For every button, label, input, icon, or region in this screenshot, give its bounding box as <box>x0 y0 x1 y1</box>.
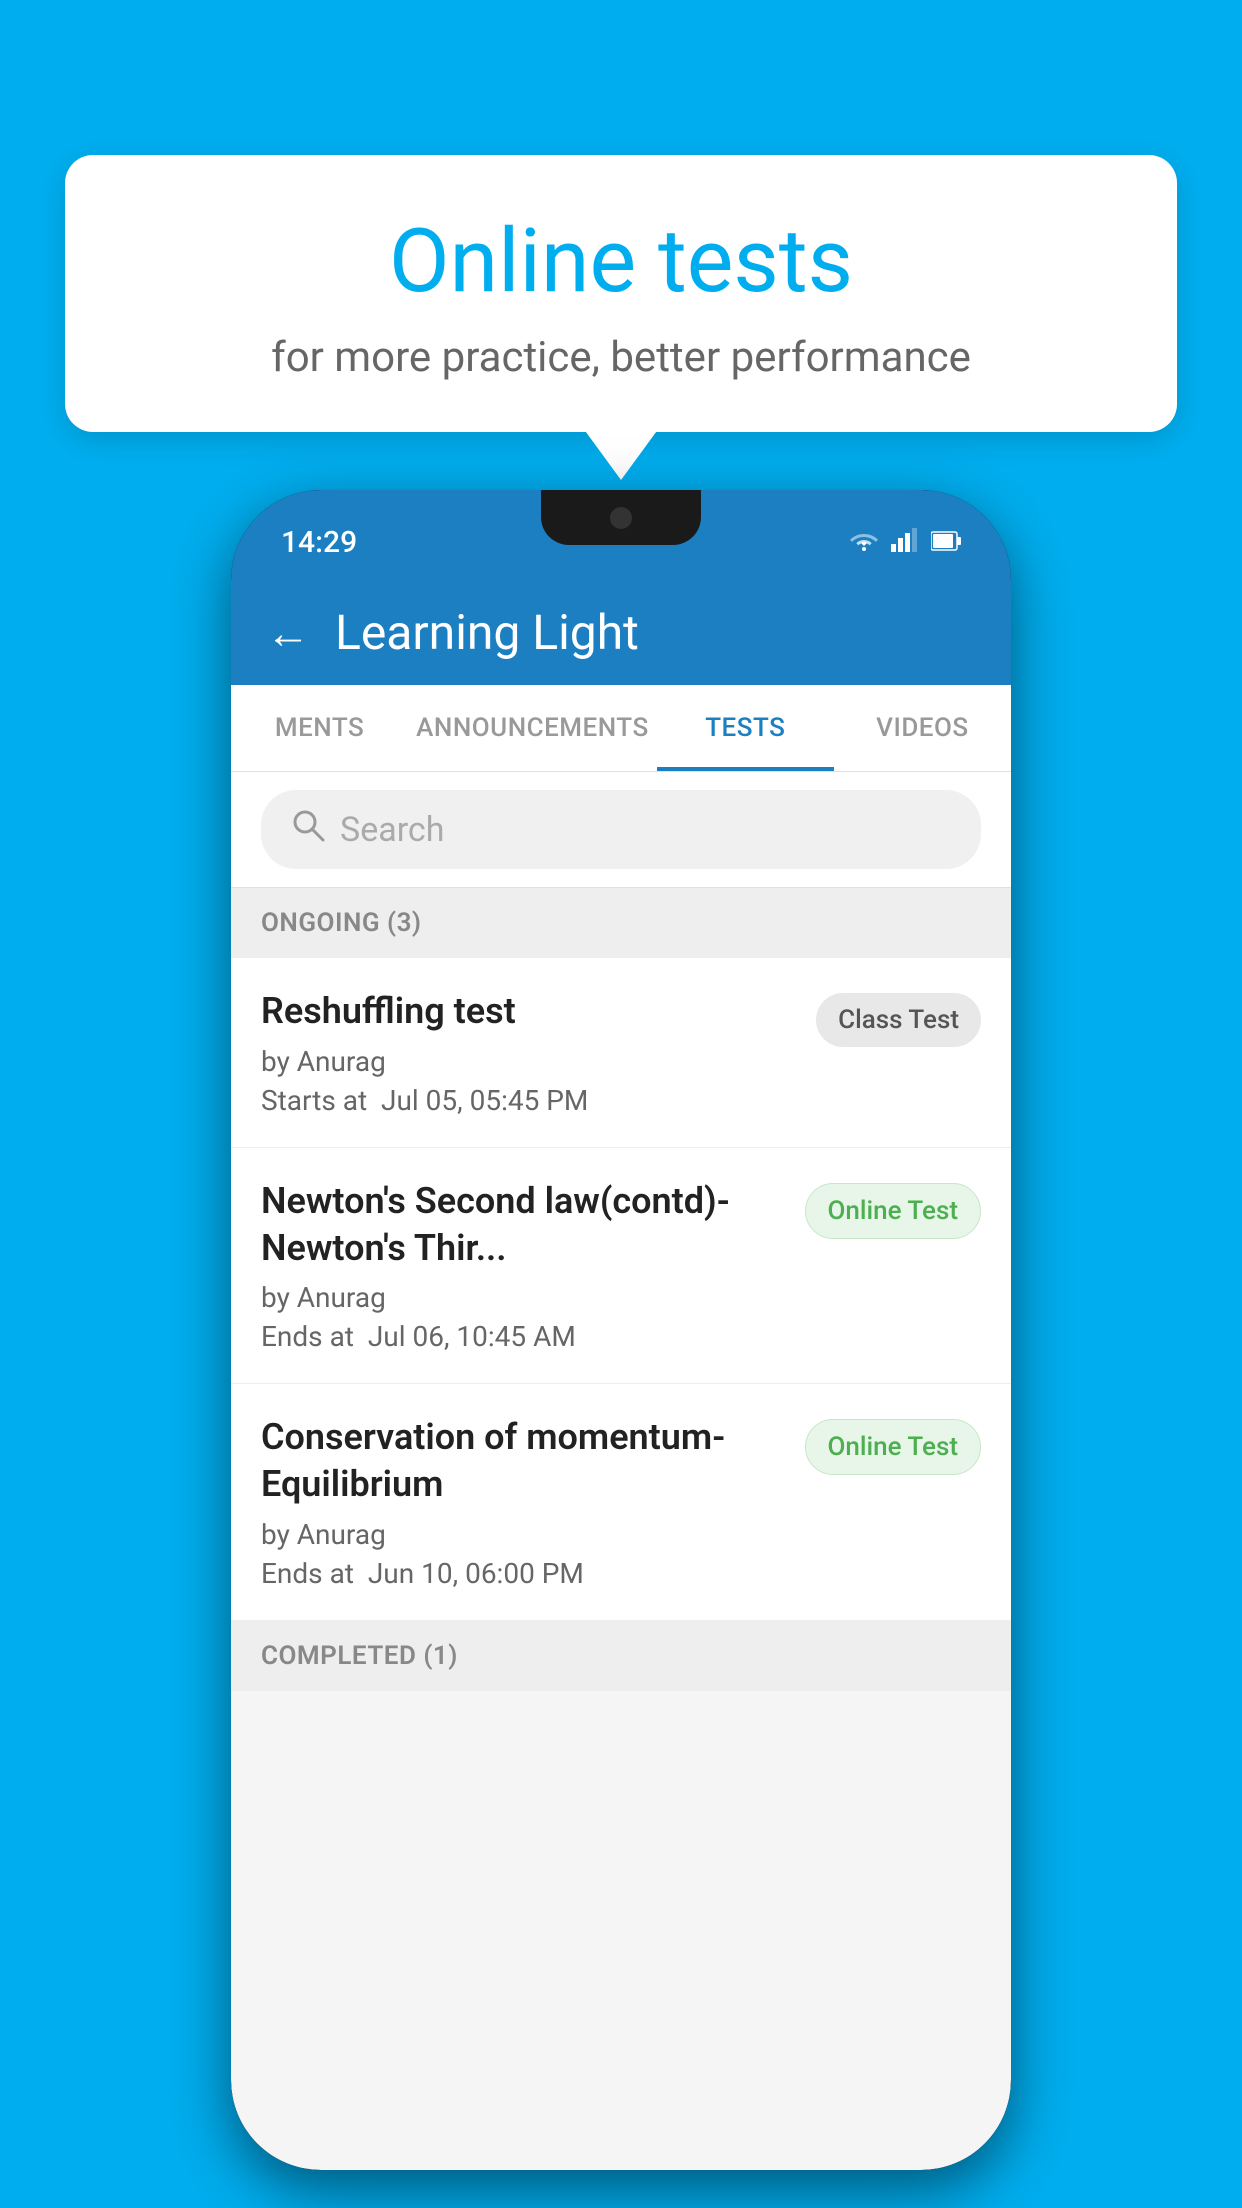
signal-icon <box>891 526 919 559</box>
app-title: Learning Light <box>335 604 639 661</box>
test-info-reshuffling: Reshuffling test by Anurag Starts at Jul… <box>261 988 796 1117</box>
tab-announcements[interactable]: ANNOUNCEMENTS <box>408 685 657 771</box>
search-icon <box>291 808 325 851</box>
test-author-conservation: by Anurag <box>261 1518 785 1551</box>
front-camera <box>610 507 632 529</box>
completed-section-title: COMPLETED (1) <box>261 1641 458 1671</box>
phone-notch <box>541 490 701 545</box>
search-box[interactable]: Search <box>261 790 981 869</box>
test-badge-reshuffling: Class Test <box>816 993 981 1047</box>
test-item-reshuffling[interactable]: Reshuffling test by Anurag Starts at Jul… <box>231 958 1011 1148</box>
phone-mockup: 14:29 <box>231 490 1011 2170</box>
tabs-bar: MENTS ANNOUNCEMENTS TESTS VIDEOS <box>231 685 1011 772</box>
back-button[interactable]: ← <box>266 607 310 659</box>
tab-ments[interactable]: MENTS <box>231 685 408 771</box>
test-author-newtons: by Anurag <box>261 1281 785 1314</box>
search-container: Search <box>231 772 1011 888</box>
ongoing-section-title: ONGOING (3) <box>261 908 422 938</box>
test-list: Reshuffling test by Anurag Starts at Jul… <box>231 958 1011 1621</box>
completed-section-header: COMPLETED (1) <box>231 1621 1011 1691</box>
test-badge-conservation: Online Test <box>805 1419 982 1475</box>
tab-tests[interactable]: TESTS <box>657 685 834 771</box>
status-time: 14:29 <box>281 525 357 560</box>
test-badge-newtons: Online Test <box>805 1183 982 1239</box>
promo-bubble: Online tests for more practice, better p… <box>65 155 1177 432</box>
test-time-conservation: Ends at Jun 10, 06:00 PM <box>261 1557 785 1590</box>
test-info-newtons: Newton's Second law(contd)-Newton's Thir… <box>261 1178 785 1354</box>
test-item-conservation[interactable]: Conservation of momentum-Equilibrium by … <box>231 1384 1011 1621</box>
test-item-newtons[interactable]: Newton's Second law(contd)-Newton's Thir… <box>231 1148 1011 1385</box>
app-header: ← Learning Light <box>231 580 1011 685</box>
test-name-conservation: Conservation of momentum-Equilibrium <box>261 1414 785 1508</box>
test-info-conservation: Conservation of momentum-Equilibrium by … <box>261 1414 785 1590</box>
status-icons <box>849 526 961 559</box>
test-time-reshuffling: Starts at Jul 05, 05:45 PM <box>261 1084 796 1117</box>
bubble-title: Online tests <box>125 210 1117 313</box>
test-name-newtons: Newton's Second law(contd)-Newton's Thir… <box>261 1178 785 1272</box>
ongoing-section-header: ONGOING (3) <box>231 888 1011 958</box>
bubble-subtitle: for more practice, better performance <box>125 333 1117 382</box>
test-time-newtons: Ends at Jul 06, 10:45 AM <box>261 1320 785 1353</box>
phone-frame: 14:29 <box>231 490 1011 2170</box>
phone-screen: ← Learning Light MENTS ANNOUNCEMENTS TES… <box>231 580 1011 2170</box>
test-name-reshuffling: Reshuffling test <box>261 988 796 1035</box>
battery-icon <box>931 526 961 559</box>
test-author-reshuffling: by Anurag <box>261 1045 796 1078</box>
search-placeholder: Search <box>340 810 444 850</box>
wifi-icon <box>849 526 879 559</box>
tab-videos[interactable]: VIDEOS <box>834 685 1011 771</box>
